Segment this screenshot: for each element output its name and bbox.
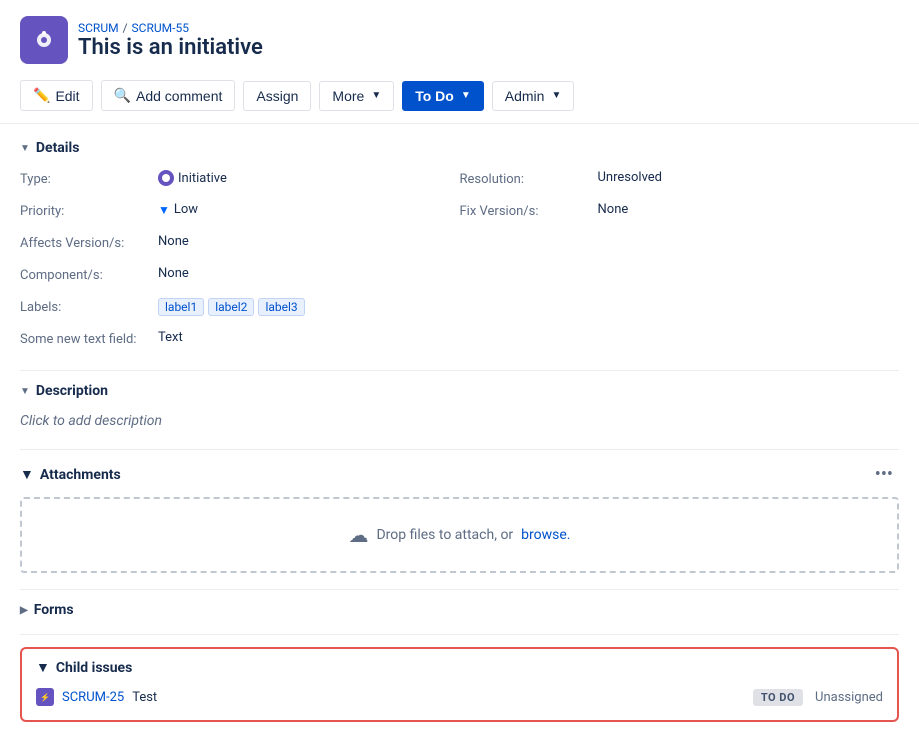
attachments-chevron-icon: ▼ (20, 466, 34, 483)
more-button[interactable]: More ▼ (319, 81, 394, 111)
breadcrumb: SCRUM / SCRUM-55 (78, 21, 263, 35)
status-dropdown-arrow: ▼ (461, 90, 471, 101)
forms-section-label: Forms (34, 602, 74, 618)
description-placeholder[interactable]: Click to add description (20, 409, 899, 433)
attachments-more-button[interactable]: ••• (869, 462, 899, 487)
details-chevron-icon: ▼ (20, 143, 30, 154)
priority-icon: ▼ (158, 203, 170, 217)
admin-button[interactable]: Admin ▼ (492, 81, 575, 111)
label-badge-2[interactable]: label2 (208, 298, 254, 316)
breadcrumb-project[interactable]: SCRUM (78, 21, 119, 35)
priority-label: Priority: (20, 202, 150, 219)
resolution-value: Unresolved (598, 170, 663, 185)
upload-icon: ☁ (348, 523, 368, 547)
more-dropdown-arrow: ▼ (371, 90, 381, 101)
fix-version-value: None (598, 202, 629, 217)
child-issue-assignee: Unassigned (815, 690, 883, 705)
child-issue-row: ⚡ SCRUM-25 Test TO DO Unassigned (36, 684, 883, 710)
assign-button[interactable]: Assign (243, 81, 311, 111)
attachments-section-label: Attachments (40, 467, 121, 483)
forms-section: ▶ Forms (20, 602, 899, 618)
type-label: Type: (20, 170, 150, 187)
browse-link[interactable]: browse. (521, 527, 570, 543)
details-section: ▼ Details Type: Initiative Priority: (20, 140, 899, 354)
child-issues-section-label: Child issues (56, 660, 132, 676)
description-section-header[interactable]: ▼ Description (20, 383, 899, 399)
child-issues-section: ▼ Child issues ⚡ SCRUM-25 Test TO DO Una… (20, 647, 899, 722)
labels-label: Labels: (20, 298, 150, 315)
affects-version-value: None (158, 234, 189, 249)
labels-value: label1 label2 label3 (158, 298, 305, 316)
affects-version-label: Affects Version/s: (20, 234, 150, 251)
child-issues-header[interactable]: ▼ Child issues (36, 659, 883, 676)
child-issue-name: Test (132, 690, 157, 705)
custom-field-label: Some new text field: (20, 330, 150, 347)
description-chevron-icon: ▼ (20, 386, 30, 397)
fix-version-label: Fix Version/s: (460, 202, 590, 219)
app-icon (20, 16, 68, 64)
custom-field-value: Text (158, 330, 183, 345)
comment-icon: 🔍 (114, 87, 131, 104)
child-issues-chevron-icon: ▼ (36, 659, 50, 676)
page-title: This is an initiative (78, 35, 263, 60)
resolution-label: Resolution: (460, 170, 590, 187)
edit-icon: ✏️ (33, 87, 50, 104)
svg-text:⚡: ⚡ (40, 692, 50, 702)
child-issue-status-badge[interactable]: TO DO (753, 689, 803, 706)
priority-value: ▼ Low (158, 202, 198, 217)
initiative-icon (158, 170, 174, 186)
description-section: ▼ Description Click to add description (20, 383, 899, 433)
forms-section-header[interactable]: ▶ Forms (20, 602, 899, 618)
toolbar: ✏️ Edit 🔍 Add comment Assign More ▼ To D… (0, 72, 919, 124)
breadcrumb-issue[interactable]: SCRUM-55 (132, 21, 189, 35)
edit-button[interactable]: ✏️ Edit (20, 80, 93, 111)
details-section-label: Details (36, 140, 80, 156)
drop-zone[interactable]: ☁ Drop files to attach, or browse. (20, 497, 899, 573)
label-badge-1[interactable]: label1 (158, 298, 204, 316)
forms-chevron-icon: ▶ (20, 605, 28, 616)
child-issue-icon: ⚡ (36, 688, 54, 706)
child-issue-key[interactable]: SCRUM-25 (62, 690, 124, 705)
drop-text: Drop files to attach, or (376, 527, 513, 543)
components-value: None (158, 266, 189, 281)
attachments-section: ▼ Attachments ••• ☁ Drop files to attach… (20, 462, 899, 573)
label-badge-3[interactable]: label3 (258, 298, 304, 316)
description-section-label: Description (36, 383, 108, 399)
breadcrumb-separator: / (123, 21, 128, 35)
add-comment-button[interactable]: 🔍 Add comment (101, 80, 236, 111)
admin-dropdown-arrow: ▼ (551, 90, 561, 101)
status-button[interactable]: To Do ▼ (402, 81, 484, 111)
attachments-section-header[interactable]: ▼ Attachments (20, 466, 121, 483)
components-label: Component/s: (20, 266, 150, 283)
type-value: Initiative (158, 170, 227, 186)
details-section-header[interactable]: ▼ Details (20, 140, 899, 156)
